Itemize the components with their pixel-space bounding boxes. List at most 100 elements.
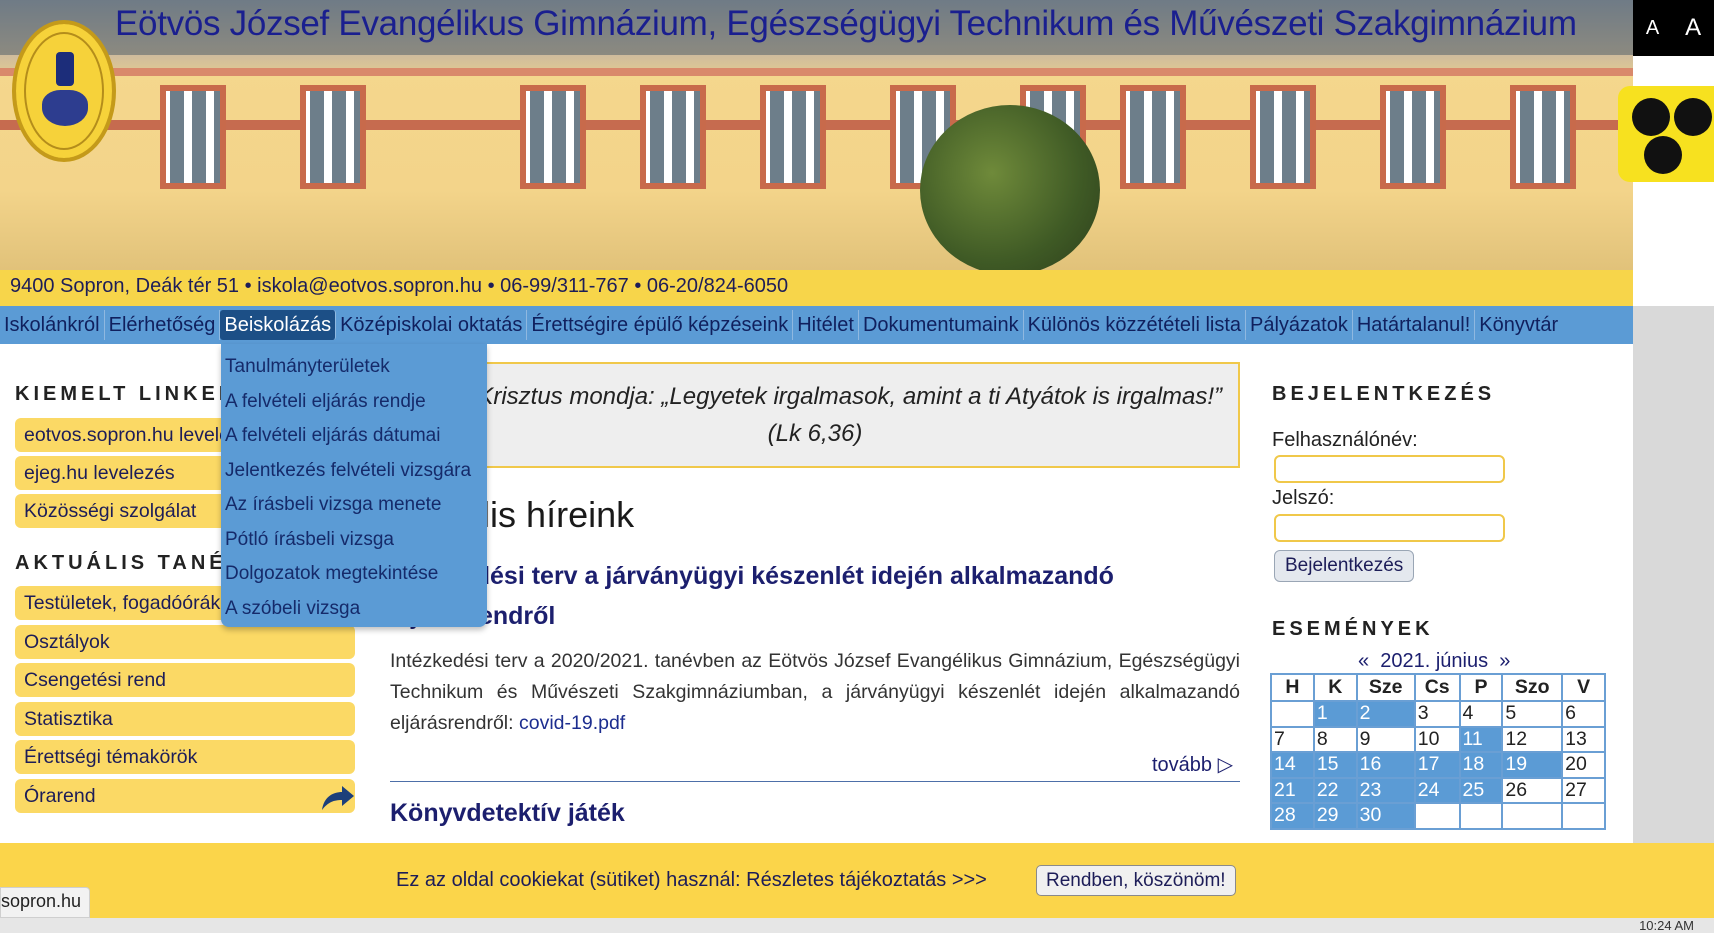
- dropdown-item-tanulmanyteruletek[interactable]: Tanulmányterületek: [221, 350, 487, 385]
- more-link[interactable]: tovább ▷: [1152, 752, 1233, 777]
- sidebar-link-osztalyok[interactable]: Osztályok: [15, 625, 355, 659]
- banner-window: [640, 85, 706, 189]
- calendar-weekday: Cs: [1413, 673, 1461, 702]
- font-small-button[interactable]: A: [1646, 17, 1659, 40]
- calendar-day[interactable]: 22: [1312, 776, 1358, 804]
- taskbar-clock: 10:24 AM: [1639, 918, 1694, 933]
- covid-pdf-link[interactable]: covid-19.pdf: [519, 712, 625, 734]
- calendar-day[interactable]: 24: [1413, 776, 1461, 804]
- banner-window: [300, 85, 366, 189]
- calendar-weekday: Sze: [1355, 673, 1416, 702]
- calendar-prev-button[interactable]: «: [1358, 650, 1369, 672]
- nav-item-hatartalanul[interactable]: Határtalanul!: [1353, 310, 1476, 340]
- nav-item-iskolankrol[interactable]: Iskolánkról: [0, 310, 105, 340]
- calendar-weekday: Szo: [1501, 673, 1564, 702]
- banner-window: [1380, 85, 1446, 189]
- calendar-day[interactable]: 29: [1312, 802, 1358, 830]
- dropdown-item-felveteli-datumai[interactable]: A felvételi eljárás dátumai: [221, 419, 487, 454]
- accessibility-icon[interactable]: [1618, 86, 1714, 182]
- calendar-day[interactable]: 30: [1355, 802, 1416, 830]
- school-title: Eötvös József Evangélikus Gimnázium, Egé…: [115, 4, 1577, 43]
- calendar-day: 10: [1413, 725, 1461, 753]
- dropdown-item-irasbeli-menete[interactable]: Az írásbeli vizsga menete: [221, 488, 487, 523]
- calendar-day: 12: [1501, 725, 1564, 753]
- events-heading: ESEMÉNYEK: [1272, 618, 1434, 640]
- username-input[interactable]: [1274, 455, 1505, 483]
- dropdown-item-felveteli-rend[interactable]: A felvételi eljárás rendje: [221, 385, 487, 420]
- calendar-day[interactable]: 16: [1355, 751, 1416, 779]
- calendar-day[interactable]: 15: [1312, 751, 1358, 779]
- nav-item-kozzeteteli-lista[interactable]: Különös közzétételi lista: [1024, 310, 1247, 340]
- banner-window: [1120, 85, 1186, 189]
- dropdown-item-jelentkezes[interactable]: Jelentkezés felvételi vizsgára: [221, 454, 487, 489]
- banner-window: [520, 85, 586, 189]
- dropdown-item-dolgozatok[interactable]: Dolgozatok megtekintése: [221, 557, 487, 592]
- aktualis-tanev-heading: AKTUÁLIS TANÉV: [15, 552, 244, 574]
- nav-item-konyvtar[interactable]: Könyvtár: [1475, 310, 1562, 340]
- calendar-day[interactable]: 25: [1458, 776, 1504, 804]
- calendar-day[interactable]: 2: [1355, 700, 1416, 728]
- article-divider: [390, 781, 1240, 782]
- calendar-weekday: H: [1270, 673, 1315, 702]
- article-title[interactable]: Intézkedési terv a járványügyi készenlét…: [390, 556, 1240, 636]
- calendar-next-button[interactable]: »: [1499, 650, 1510, 672]
- calendar-day[interactable]: 28: [1270, 802, 1315, 830]
- calendar-day[interactable]: 1: [1312, 700, 1358, 728]
- calendar-day[interactable]: 17: [1413, 751, 1461, 779]
- calendar-nav: « 2021. június »: [1358, 650, 1510, 673]
- article2-title[interactable]: Könyvdetektív játék: [390, 799, 625, 828]
- banner-window: [1250, 85, 1316, 189]
- font-large-button[interactable]: A: [1685, 14, 1701, 42]
- right-margin: [1633, 306, 1714, 843]
- cookie-text[interactable]: Ez az oldal cookiekat (sütiket) használ:…: [396, 869, 987, 892]
- calendar-day: 7: [1270, 725, 1315, 753]
- sidebar-link-orarend[interactable]: Órarend: [15, 779, 355, 813]
- dropdown-item-szobeli[interactable]: A szóbeli vizsga: [221, 592, 487, 627]
- login-heading: BEJELENTKEZÉS: [1272, 383, 1496, 405]
- beiskolazas-dropdown: Tanulmányterületek A felvételi eljárás r…: [221, 344, 487, 627]
- nav-item-kozepiskolai-oktatas[interactable]: Középiskolai oktatás: [336, 310, 528, 340]
- nav-item-dokumentumaink[interactable]: Dokumentumaink: [859, 310, 1024, 340]
- article-body: Intézkedési terv a 2020/2021. tanévben a…: [390, 646, 1240, 739]
- nav-item-elerhetoseg[interactable]: Elérhetőség: [105, 310, 221, 340]
- login-button[interactable]: Bejelentkezés: [1274, 550, 1415, 582]
- contact-address: 9400 Sopron, Deák tér 51 • iskola@eotvos…: [0, 270, 1633, 306]
- sidebar-link-statisztika[interactable]: Statisztika: [15, 702, 355, 736]
- calendar-day: 5: [1501, 700, 1564, 728]
- kiemelt-linkek-heading: KIEMELT LINKEK: [15, 383, 238, 405]
- events-calendar: H K Sze Cs P Szo V 1 2 3 4 5 6 7 8 9 10 11 12 13 14 15 16 17 18…: [1270, 673, 1606, 830]
- calendar-weekday: V: [1561, 673, 1606, 702]
- calendar-empty-cell: [1270, 700, 1315, 728]
- nav-item-palyazatok[interactable]: Pályázatok: [1246, 310, 1353, 340]
- calendar-weekday: K: [1312, 673, 1358, 702]
- password-input[interactable]: [1274, 514, 1505, 542]
- sidebar-link-erettsegi[interactable]: Érettségi témakörök: [15, 740, 355, 774]
- status-url: sopron.hu: [0, 887, 91, 918]
- nav-item-hitelet[interactable]: Hitélet: [793, 310, 859, 340]
- calendar-empty-cell: [1413, 802, 1461, 830]
- cookie-accept-button[interactable]: Rendben, köszönöm!: [1036, 865, 1236, 896]
- main-nav: Iskolánkról Elérhetőség Beiskolázás Közé…: [0, 306, 1633, 344]
- calendar-day[interactable]: 14: [1270, 751, 1315, 779]
- nav-item-erettsegire-epulo[interactable]: Érettségire épülő képzéseink: [527, 310, 794, 340]
- calendar-day: 26: [1501, 776, 1564, 804]
- sidebar-link-csengetesi-rend[interactable]: Csengetési rend: [15, 663, 355, 697]
- calendar-day[interactable]: 18: [1458, 751, 1504, 779]
- hand-icon: [42, 90, 88, 126]
- banner-ledge: [0, 68, 1633, 76]
- calendar-day[interactable]: 21: [1270, 776, 1315, 804]
- username-label: Felhasználónév:: [1272, 429, 1418, 451]
- calendar-day[interactable]: 19: [1501, 751, 1564, 779]
- calendar-empty-cell: [1501, 802, 1564, 830]
- calendar-day[interactable]: 23: [1355, 776, 1416, 804]
- banner-window: [160, 85, 226, 189]
- calendar-day: 4: [1458, 700, 1504, 728]
- calendar-day[interactable]: 11: [1458, 725, 1504, 753]
- nav-item-beiskolazas[interactable]: Beiskolázás: [220, 310, 337, 340]
- calendar-month[interactable]: 2021. június: [1380, 650, 1488, 672]
- calendar-day: 20: [1561, 751, 1606, 779]
- school-logo[interactable]: [12, 20, 116, 162]
- calendar-day: 9: [1355, 725, 1416, 753]
- cross-icon: [56, 52, 74, 86]
- dropdown-item-potlo-irasbeli[interactable]: Pótló írásbeli vizsga: [221, 523, 487, 558]
